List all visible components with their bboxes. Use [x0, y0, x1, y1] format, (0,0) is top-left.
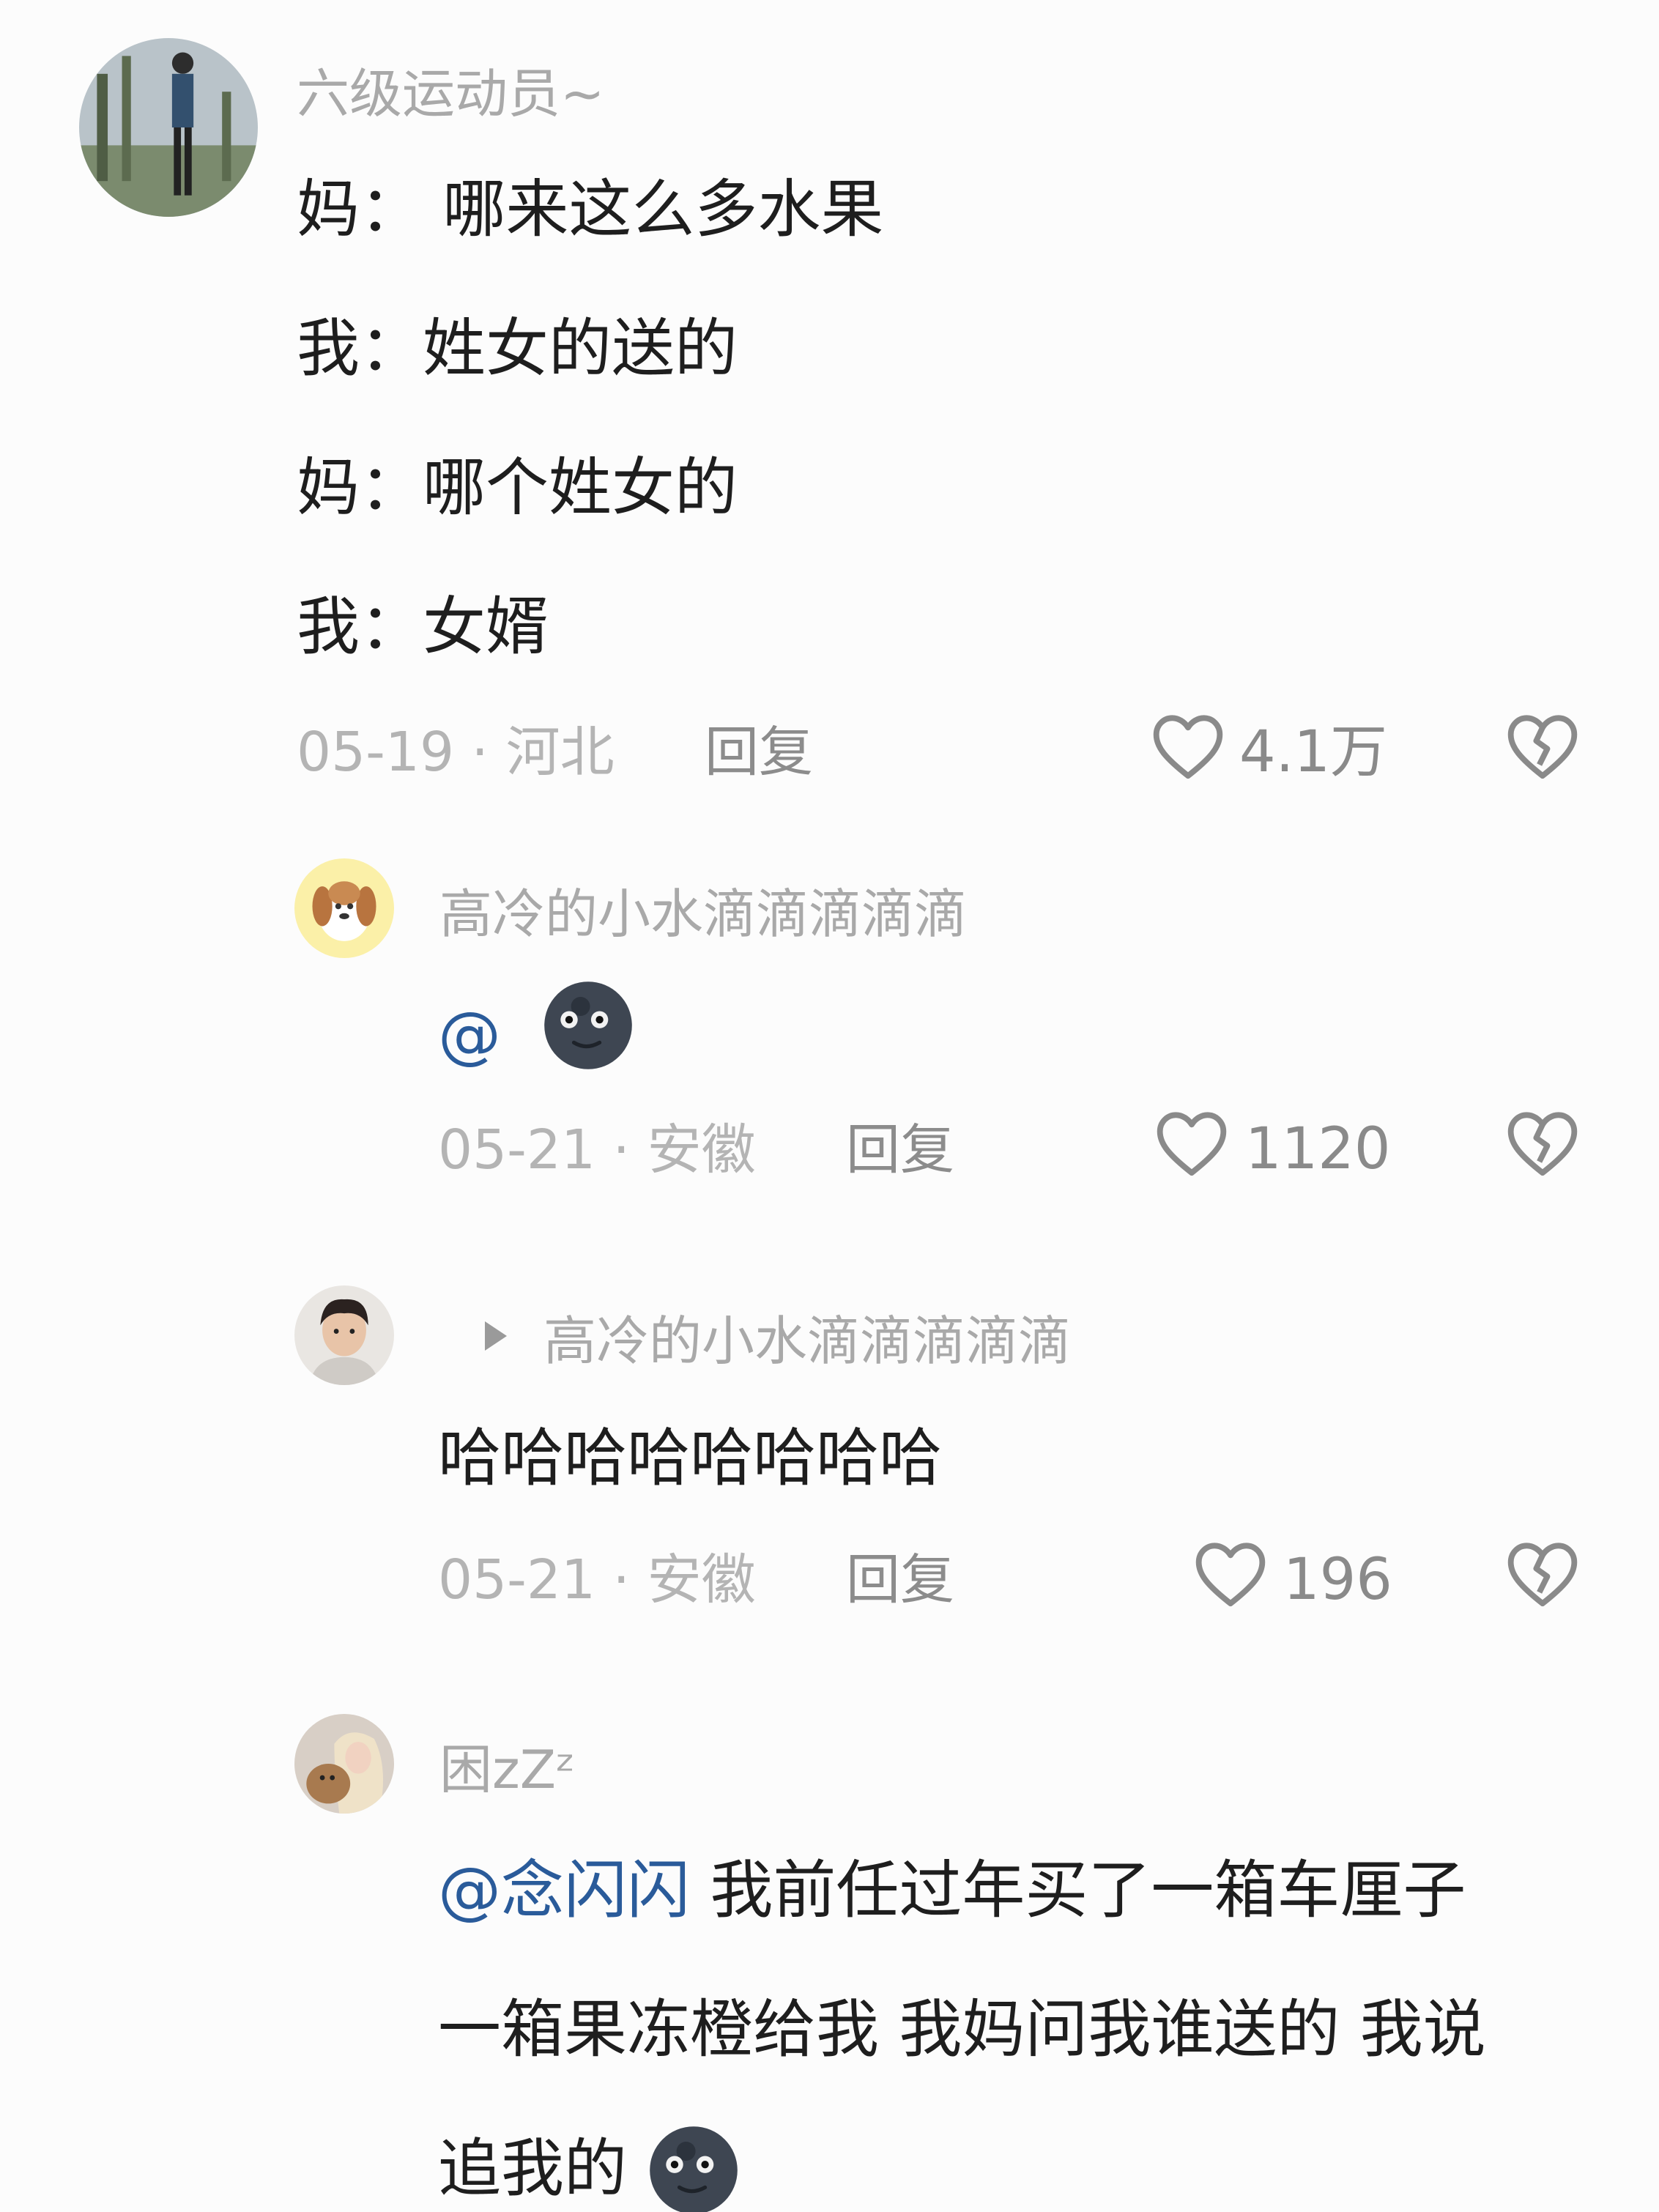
like-count: 1120 [1245, 1116, 1391, 1182]
new-moon-face-emoji [650, 2126, 738, 2212]
heart-outline-icon[interactable] [1192, 1538, 1269, 1608]
date-location: 05-21 · 安徽 [438, 1548, 756, 1611]
new-moon-face-emoji [544, 981, 632, 1069]
broken-heart-icon[interactable] [1504, 710, 1581, 781]
comment-line: 妈： 哪来这么多水果 [297, 173, 884, 246]
like-count: 196 [1283, 1547, 1392, 1613]
username[interactable]: 六级运动员~ [297, 67, 604, 120]
avatar[interactable] [79, 38, 258, 217]
mention-link[interactable]: @念闪闪 [438, 1854, 690, 1927]
comment-line: 我：姓女的送的 [297, 312, 738, 385]
date-location: 05-21 · 安徽 [438, 1118, 756, 1181]
comment-line: 我：女婿 [297, 590, 549, 664]
username[interactable]: 高冷的小水滴滴滴滴滴 [439, 888, 967, 940]
reply-button[interactable]: 回复 [705, 725, 813, 779]
date-location: 05-19 · 河北 [297, 721, 615, 784]
comment-text: 追我的 [438, 2132, 627, 2205]
comment-line: 妈：哪个姓女的 [297, 451, 738, 524]
reply-arrow-icon [485, 1321, 507, 1351]
comment-line: @念闪闪 我前任过年买了一箱车厘子 [438, 1859, 1466, 1922]
mention-link[interactable]: @ [438, 1003, 501, 1066]
broken-heart-icon[interactable] [1504, 1538, 1581, 1608]
like-count: 4.1万 [1239, 719, 1388, 785]
broken-heart-icon[interactable] [1504, 1107, 1581, 1178]
reply-button[interactable]: 回复 [846, 1553, 954, 1607]
comment-text: 我前任过年买了一箱车厘子 [690, 1854, 1466, 1927]
heart-outline-icon[interactable] [1150, 710, 1226, 781]
reply-to-username[interactable]: 高冷的小水滴滴滴滴滴 [543, 1315, 1071, 1367]
heart-outline-icon[interactable] [1154, 1107, 1230, 1178]
avatar[interactable] [294, 858, 394, 958]
comment-line: 追我的 [438, 2137, 627, 2200]
reply-button[interactable]: 回复 [846, 1123, 954, 1177]
comment-line: 一箱果冻橙给我 我妈问我谁送的 我说 [438, 1993, 1486, 2066]
avatar[interactable] [294, 1285, 394, 1385]
avatar[interactable] [294, 1714, 394, 1814]
comment-text: 哈哈哈哈哈哈哈哈 [438, 1422, 942, 1495]
username[interactable]: 困zZᶻ [439, 1743, 576, 1796]
